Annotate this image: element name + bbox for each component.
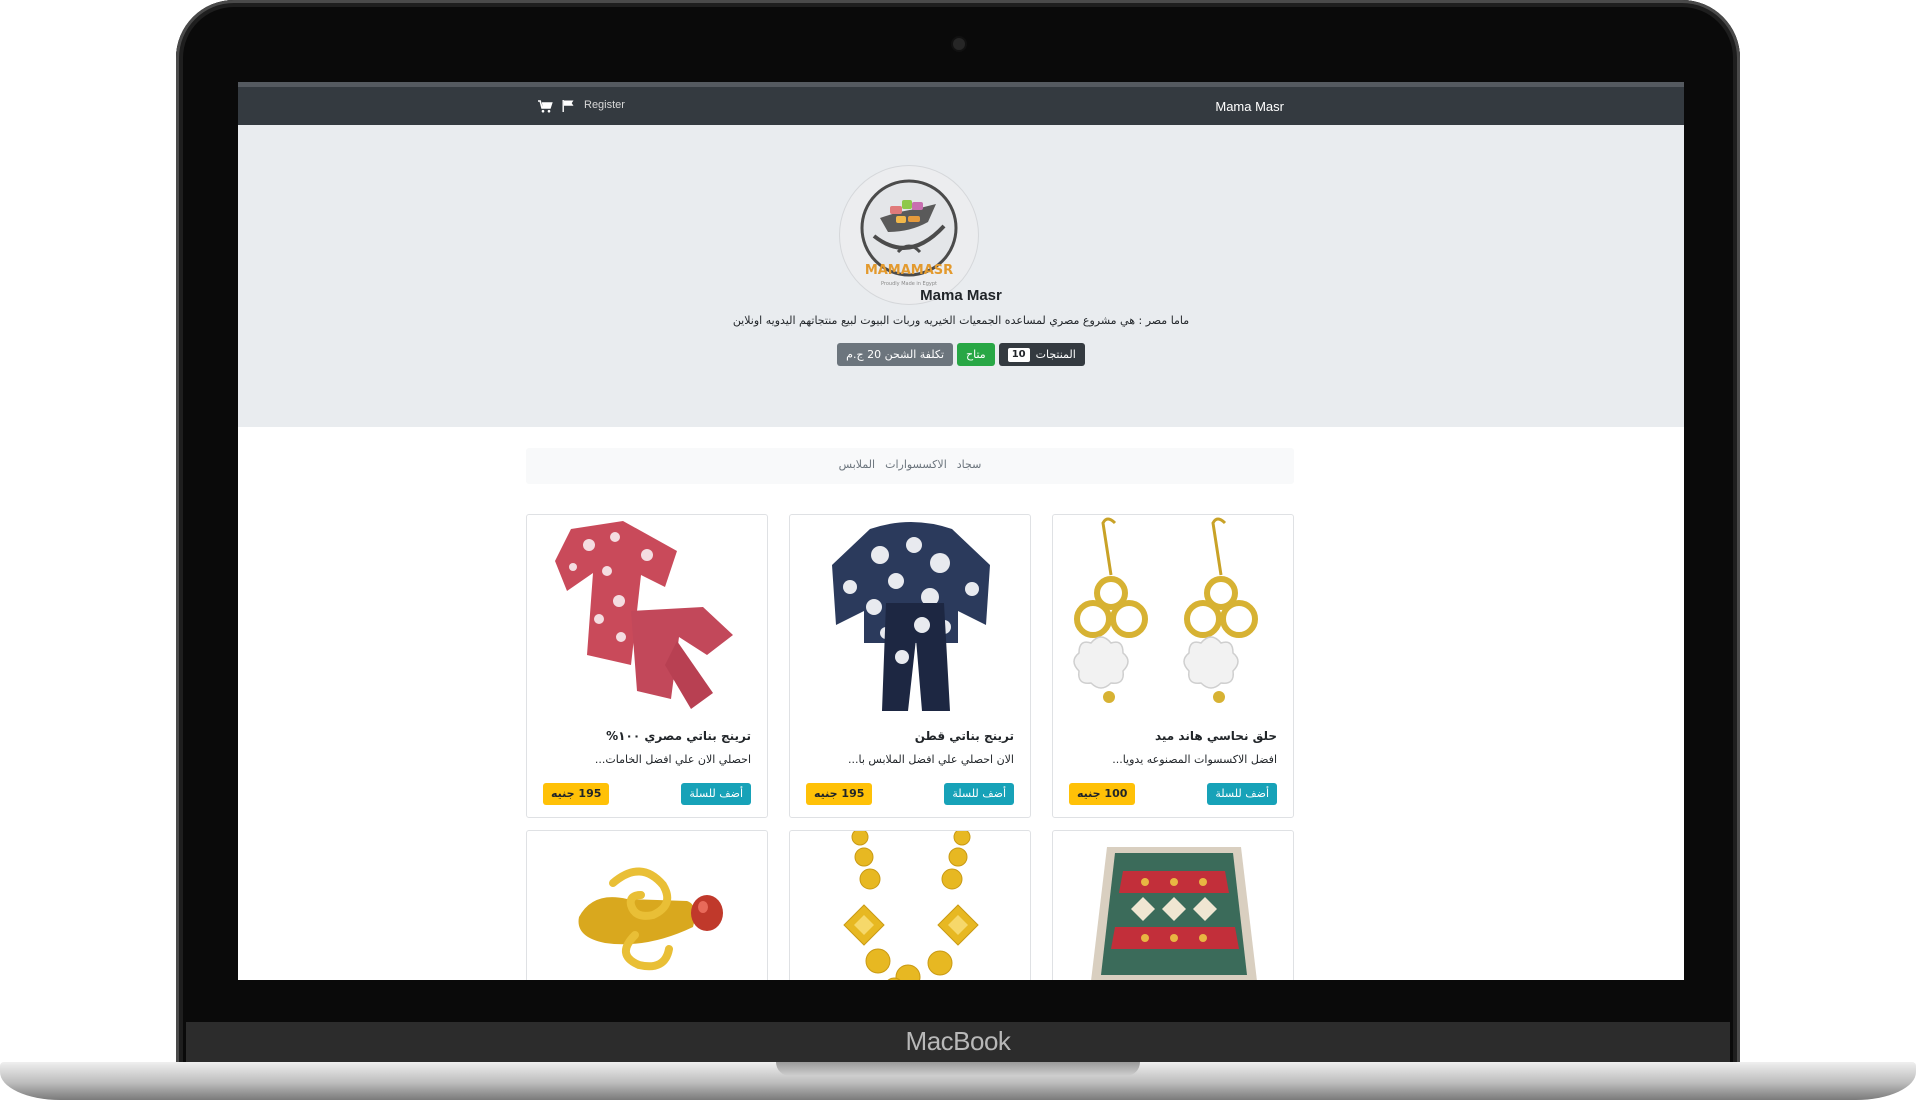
- product-card[interactable]: ترينج بناتي قطن الان احصلي علي افضل المل…: [789, 514, 1031, 818]
- store-logo: MAMAMASR Proudly Made in Egypt: [840, 166, 978, 304]
- camera-icon: [953, 38, 965, 50]
- navbar: Register Mama Masr: [238, 87, 1684, 125]
- product-card[interactable]: [789, 830, 1031, 980]
- product-title[interactable]: ترينج بناتي مصري ١٠٠%: [606, 729, 751, 743]
- product-description: الان احصلي علي افضل الملابس با...: [848, 753, 1014, 766]
- laptop-notch: [776, 1062, 1140, 1076]
- browser-screen: Register Mama Masr MAMAMASR Proudly Made…: [238, 82, 1684, 980]
- products-count: 10: [1007, 348, 1030, 362]
- category-bar: سجاد الاكسسوارات الملابس: [526, 448, 1294, 484]
- product-card[interactable]: ترينج بناتي مصري ١٠٠% احصلي الان علي افض…: [526, 514, 768, 818]
- register-link[interactable]: Register: [584, 99, 625, 111]
- status-badge: متاح: [957, 343, 995, 366]
- product-image-rug: [1091, 847, 1257, 980]
- shipping-badge: تكلفة الشحن 20 ج.م: [837, 343, 954, 366]
- product-image-gold-necklace: [843, 831, 979, 980]
- product-title[interactable]: ترينج بناتي قطن: [915, 729, 1014, 743]
- device-brand: MacBook: [905, 1026, 1011, 1056]
- products-count-badge: المنتجات 10: [998, 343, 1085, 366]
- cart-icon[interactable]: [536, 97, 554, 115]
- add-to-cart-button[interactable]: أضف للسلة: [944, 783, 1014, 805]
- category-rugs[interactable]: سجاد: [957, 458, 982, 471]
- products-label: المنتجات: [1035, 348, 1076, 361]
- store-badges: المنتجات 10 متاحتكلفة الشحن 20 ج.م: [238, 343, 1684, 366]
- add-to-cart-button[interactable]: أضف للسلة: [1207, 783, 1277, 805]
- product-image-pink-pajama: [555, 521, 733, 709]
- store-hero: MAMAMASR Proudly Made in Egypt Mama Masr…: [238, 125, 1684, 427]
- store-description: ماما مصر : هي مشروع مصري لمساعده الجمعيا…: [732, 314, 1190, 327]
- product-card[interactable]: [1052, 830, 1294, 980]
- product-title[interactable]: حلق نحاسي هاند ميد: [1155, 729, 1277, 743]
- flag-icon[interactable]: [559, 97, 577, 115]
- category-clothes[interactable]: الملابس: [839, 458, 875, 471]
- product-description: افضل الاكسسوات المصنوعه يدويا...: [1112, 753, 1277, 766]
- navbar-brand[interactable]: Mama Masr: [1215, 99, 1284, 114]
- price-badge: 195 جنيه: [543, 783, 610, 805]
- product-card[interactable]: [526, 830, 768, 980]
- product-image-earrings: [1073, 517, 1258, 703]
- add-to-cart-button[interactable]: أضف للسلة: [681, 783, 751, 805]
- product-description: احصلي الان علي افضل الخامات...: [594, 753, 751, 766]
- logo-wordmark: MAMAMASR: [865, 263, 953, 278]
- store-title: Mama Masr: [920, 287, 1002, 304]
- product-image-gold-ring: [578, 867, 723, 971]
- product-card[interactable]: حلق نحاسي هاند ميد افضل الاكسسوات المصنو…: [1052, 514, 1294, 818]
- price-badge: 100 جنيه: [1069, 783, 1136, 805]
- category-accessories[interactable]: الاكسسوارات: [885, 458, 947, 471]
- product-image-navy-pajama: [832, 522, 990, 711]
- macbook-mockup: MacBook Register Mama Masr MAMAMASR Prou…: [0, 0, 1916, 1102]
- price-badge: 195 جنيه: [806, 783, 873, 805]
